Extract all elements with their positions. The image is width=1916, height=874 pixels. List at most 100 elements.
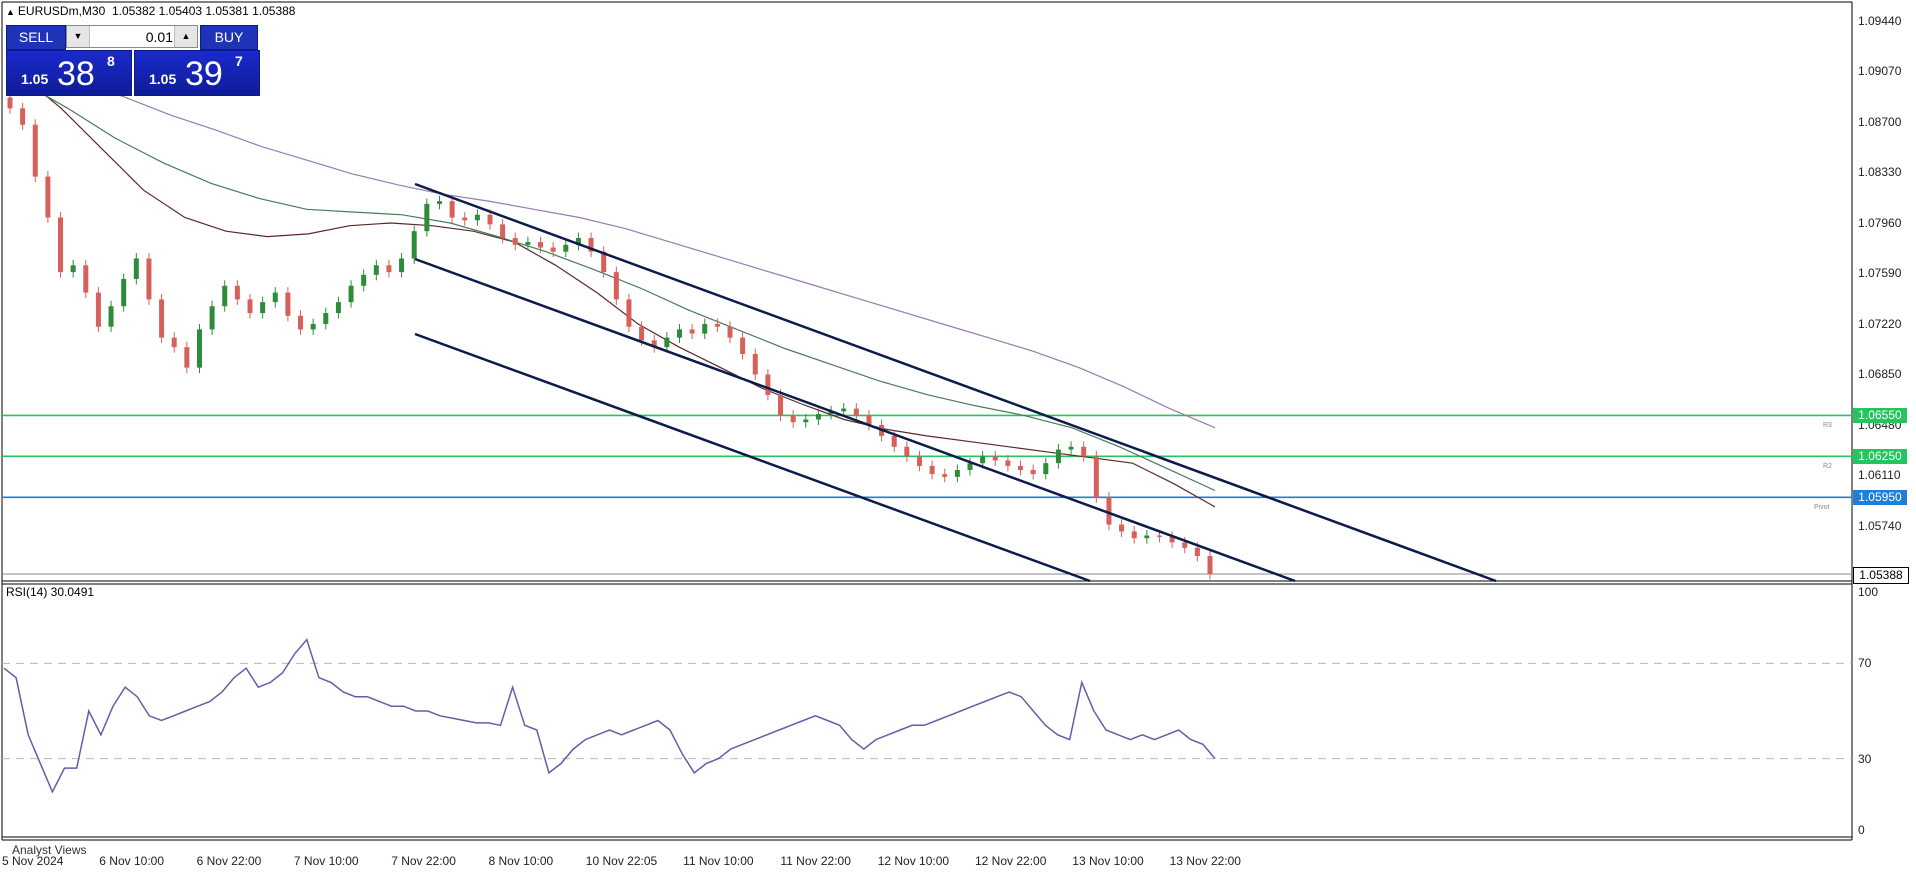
sell-button[interactable]: SELL — [6, 25, 66, 50]
candle-body — [171, 337, 177, 348]
rsi-line — [3, 638, 1216, 794]
candle-body — [727, 326, 733, 338]
candle-body — [500, 224, 506, 238]
level-label-r3: R3 — [1823, 422, 1832, 430]
candle-body — [348, 285, 354, 303]
candle-body — [1081, 446, 1087, 457]
candle-body — [108, 306, 114, 327]
candle-body — [436, 201, 442, 204]
candle-body — [323, 313, 329, 324]
candle-body — [740, 337, 746, 355]
level-label-pivot: Pivot — [1814, 504, 1830, 512]
candle-body — [664, 337, 670, 348]
candle-body — [487, 214, 493, 225]
trend-channel-lines[interactable] — [414, 182, 1497, 583]
channel-lower-line[interactable] — [414, 332, 1091, 583]
candle-body — [133, 258, 139, 279]
candle-body — [639, 326, 645, 341]
channel-upper-line[interactable] — [414, 182, 1497, 583]
price-axis-label: 1.05740 — [1858, 518, 1902, 533]
candle-body — [525, 242, 531, 245]
candle-body — [853, 408, 859, 416]
candle-body — [752, 354, 758, 375]
price-axis-label: 1.07220 — [1858, 316, 1902, 331]
candle-body — [954, 470, 960, 477]
buy-price-box[interactable]: 1.05 39 7 — [134, 50, 260, 96]
time-axis-label: 13 Nov 22:00 — [1169, 854, 1241, 868]
price-axis-label: 1.09070 — [1858, 64, 1902, 79]
candle-body — [778, 394, 784, 416]
candle-body — [449, 201, 455, 218]
candle-body — [1194, 547, 1200, 556]
candle-body — [209, 306, 215, 330]
candle-body — [159, 299, 165, 338]
candle-body — [1030, 470, 1036, 475]
candle-body — [1106, 497, 1112, 525]
candle-body — [702, 323, 708, 334]
candle-body — [916, 456, 922, 466]
candle-body — [512, 237, 518, 245]
candle-body — [1005, 460, 1011, 466]
candle-body — [222, 285, 228, 307]
candle-body — [298, 315, 304, 330]
candle-body — [1207, 555, 1213, 574]
candle-body — [7, 97, 13, 109]
time-axis-label: 6 Nov 22:00 — [196, 854, 262, 868]
lot-increase-icon[interactable]: ▲ — [174, 26, 197, 47]
price-tag: 1.05388 — [1853, 567, 1909, 584]
candle-body — [83, 265, 89, 293]
buy-price-fraction: 7 — [235, 53, 243, 69]
candle-body — [386, 265, 392, 273]
candle-body — [929, 465, 935, 475]
candle-body — [285, 292, 291, 316]
candle-body — [146, 258, 152, 300]
candle-body — [891, 435, 897, 447]
price-axis-label: 1.06850 — [1858, 367, 1902, 382]
price-tag: 1.06550 — [1853, 408, 1907, 424]
price-axis-label: 1.08330 — [1858, 165, 1902, 180]
candle-body — [462, 217, 468, 221]
moving-average-line — [79, 80, 1216, 429]
candle-body — [474, 214, 480, 221]
candle-body — [992, 456, 998, 461]
sell-price-box[interactable]: 1.05 38 8 — [6, 50, 132, 96]
candle-body — [373, 265, 379, 275]
rsi-axis-label: 70 — [1858, 656, 1872, 671]
candle-body — [538, 242, 544, 248]
candle-body — [676, 329, 682, 338]
candle-body — [980, 456, 986, 464]
lot-size-input[interactable] — [91, 27, 173, 46]
candle-body — [234, 285, 240, 300]
candle-body — [1119, 524, 1125, 532]
candle-body — [613, 272, 619, 300]
candle-body — [815, 414, 821, 420]
time-axis-label: 11 Nov 10:00 — [683, 854, 754, 868]
candle-body — [803, 419, 809, 423]
candle-body — [184, 347, 190, 368]
sell-price-pips: 38 — [57, 55, 95, 93]
candle-body — [626, 299, 632, 327]
candle-body — [411, 231, 417, 259]
candle-body — [765, 374, 771, 395]
candle-body — [247, 299, 253, 314]
candle-body — [310, 323, 316, 330]
time-axis-label: 13 Nov 10:00 — [1072, 854, 1144, 868]
channel-middle-line[interactable] — [414, 257, 1296, 583]
candle-body — [1131, 531, 1137, 539]
time-axis-label: 7 Nov 22:00 — [391, 854, 456, 868]
lot-decrease-icon[interactable]: ▼ — [67, 26, 90, 47]
chart-header: ▲ EURUSDm,M30 1.05382 1.05403 1.05381 1.0… — [6, 4, 295, 18]
candle-body — [335, 302, 341, 314]
time-axis-label: 11 Nov 22:00 — [780, 854, 851, 868]
candle-body — [70, 265, 76, 273]
candle-body — [1156, 535, 1162, 537]
buy-price-prefix: 1.05 — [149, 71, 177, 87]
time-axis-label: 5 Nov 2024 — [2, 854, 64, 868]
candle-body — [790, 415, 796, 423]
chart-canvas[interactable] — [0, 0, 1916, 874]
price-axis-label: 1.09440 — [1858, 14, 1902, 28]
candle-body — [550, 247, 556, 252]
rsi-axis-label: 100 — [1858, 585, 1879, 599]
candle-body — [1018, 465, 1024, 471]
buy-button[interactable]: BUY — [200, 25, 258, 50]
